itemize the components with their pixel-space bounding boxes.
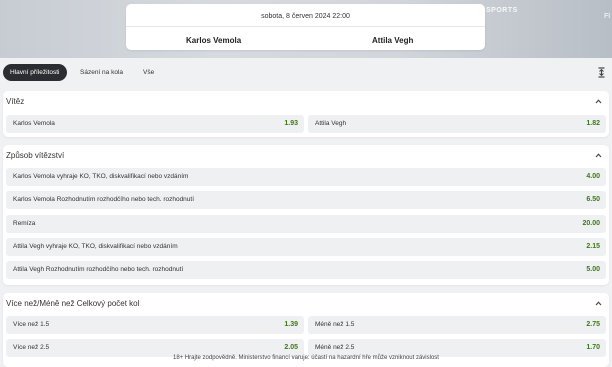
collapse-all-icon[interactable] — [597, 67, 606, 78]
outcome-label: Méně než 1.5 — [315, 321, 355, 328]
outcome-price: 20.00 — [582, 220, 600, 227]
odd-button[interactable]: Attila Vegh Rozhodnutím rozhodčího nebo … — [6, 261, 606, 279]
outcome-price: 2.75 — [586, 321, 600, 328]
match-date: sobota, 8 červen 2024 22:00 — [261, 13, 350, 20]
market-winner: Vítěz Karlos Vemola 1.93 Attila Vegh 1.8… — [3, 91, 609, 137]
chevron-up-icon — [595, 99, 602, 104]
outcome-label: Karlos Vemola Rozhodnutím rozhodčího neb… — [13, 196, 195, 203]
match-card: sobota, 8 červen 2024 22:00 Karlos Vemol… — [126, 4, 485, 50]
outcome-price: 1.82 — [586, 120, 600, 127]
outcome-label: Více než 2.5 — [13, 344, 50, 351]
outcome-price: 2.05 — [284, 344, 298, 351]
odd-button[interactable]: Attila Vegh 1.82 — [308, 115, 606, 133]
tab-main-opportunities[interactable]: Hlavní příležitosti — [3, 64, 67, 81]
market-method-of-victory: Způsob vítězství Karlos Vemola vyhraje K… — [3, 145, 609, 285]
tab-round-betting[interactable]: Sázení na kola — [73, 64, 130, 81]
market-winner-header[interactable]: Vítěz — [3, 91, 609, 113]
outcome-price: 1.39 — [284, 321, 298, 328]
odd-button[interactable]: Remíza 20.00 — [6, 215, 606, 233]
outcome-label: Karlos Vemola — [13, 120, 55, 127]
outcome-price: 1.93 — [284, 120, 298, 127]
odd-button[interactable]: Karlos Vemola Rozhodnutím rozhodčího neb… — [6, 191, 606, 209]
market-tabs: Hlavní příležitosti Sázení na kola Vše — [0, 62, 612, 84]
outcome-price: 5.00 — [586, 266, 600, 273]
away-fighter-name: Attila Vegh — [372, 36, 414, 45]
banner-watermark-edge: FI — [604, 13, 611, 20]
banner-watermark: SPORTS — [486, 7, 518, 14]
odd-button[interactable]: Karlos Vemola 1.93 — [6, 115, 304, 133]
outcome-label: Attila Vegh — [315, 120, 347, 127]
outcome-price: 4.00 — [586, 173, 600, 180]
outcome-price: 1.70 — [586, 344, 600, 351]
market-title: Způsob vítězství — [6, 151, 65, 160]
odd-button[interactable]: Méně než 1.5 2.75 — [308, 316, 606, 334]
outcome-price: 6.50 — [586, 196, 600, 203]
market-title: Vítěz — [6, 97, 25, 106]
outcome-price: 2.15 — [586, 243, 600, 250]
chevron-up-icon — [595, 153, 602, 158]
event-header-banner: SPORTS FI sobota, 8 červen 2024 22:00 Ka… — [0, 0, 612, 58]
outcome-label: Attila Vegh Rozhodnutím rozhodčího nebo … — [13, 266, 184, 273]
odd-button[interactable]: Více než 1.5 1.39 — [6, 316, 304, 334]
outcome-label: Méně než 2.5 — [315, 344, 355, 351]
market-total-rounds-header[interactable]: Více než/Méně než Celkový počet kol — [3, 293, 609, 315]
responsible-gambling-note: 18+ Hrajte zodpovědně. Ministerstvo fina… — [173, 355, 439, 361]
chevron-up-icon — [595, 301, 602, 306]
outcome-label: Více než 1.5 — [13, 321, 50, 328]
outcome-label: Attila Vegh vyhraje KO, TKO, diskvalifik… — [13, 243, 178, 250]
home-fighter-name: Karlos Vemola — [186, 36, 242, 45]
odd-button[interactable]: Karlos Vemola vyhraje KO, TKO, diskvalif… — [6, 168, 606, 186]
divider — [126, 26, 485, 27]
outcome-label: Karlos Vemola vyhraje KO, TKO, diskvalif… — [13, 173, 189, 180]
outcome-label: Remíza — [13, 220, 36, 227]
tab-all[interactable]: Vše — [136, 64, 161, 81]
market-method-header[interactable]: Způsob vítězství — [3, 145, 609, 167]
odd-button[interactable]: Attila Vegh vyhraje KO, TKO, diskvalifik… — [6, 238, 606, 256]
market-title: Více než/Méně než Celkový počet kol — [6, 299, 140, 308]
